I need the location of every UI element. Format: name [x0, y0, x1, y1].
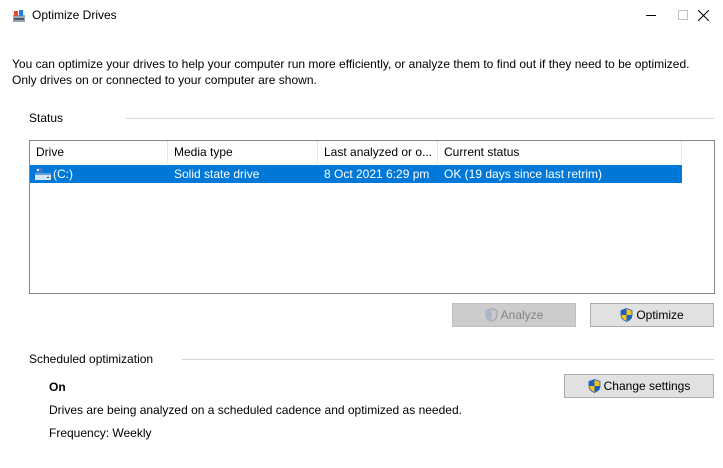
minimize-icon	[646, 15, 656, 16]
analyze-button[interactable]: Analyze	[452, 303, 576, 327]
schedule-state: On	[49, 380, 66, 394]
column-header-media-type[interactable]: Media type	[168, 141, 318, 163]
uac-shield-icon	[485, 308, 498, 322]
scheduled-group-label: Scheduled optimization	[29, 352, 154, 366]
drive-name: (C:)	[53, 167, 73, 181]
close-button[interactable]	[680, 0, 723, 30]
drive-row-c[interactable]: (C:) Solid state drive 8 Oct 2021 6:29 p…	[30, 165, 682, 183]
current-status-value: OK (19 days since last retrim)	[444, 167, 603, 181]
status-divider	[126, 118, 714, 119]
uac-shield-icon	[620, 308, 633, 322]
column-header-drive[interactable]: Drive	[30, 141, 168, 163]
window-title: Optimize Drives	[32, 8, 117, 22]
intro-text: You can optimize your drives to help you…	[12, 57, 690, 87]
uac-shield-icon	[588, 379, 601, 393]
scheduled-divider	[182, 359, 714, 360]
drives-list-header: Drive Media type Last analyzed or o... C…	[30, 141, 714, 163]
schedule-description: Drives are being analyzed on a scheduled…	[49, 403, 462, 417]
close-icon	[697, 9, 709, 21]
status-group-label: Status	[29, 111, 64, 125]
change-settings-label: Change settings	[603, 379, 691, 393]
last-analyzed-value: 8 Oct 2021 6:29 pm	[324, 167, 430, 181]
analyze-label: Analyze	[500, 308, 544, 322]
media-type-value: Solid state drive	[174, 167, 260, 181]
title-bar: Optimize Drives	[0, 0, 723, 30]
optimize-button[interactable]: Optimize	[590, 303, 714, 327]
optimize-label: Optimize	[636, 308, 684, 322]
change-settings-button[interactable]: Change settings	[564, 374, 714, 398]
schedule-frequency: Frequency: Weekly	[49, 426, 152, 440]
optimize-drives-app-icon	[13, 10, 25, 22]
column-header-last-analyzed[interactable]: Last analyzed or o...	[318, 141, 438, 163]
column-header-current-status[interactable]: Current status	[438, 141, 682, 163]
drives-list[interactable]: Drive Media type Last analyzed or o... C…	[29, 140, 715, 294]
